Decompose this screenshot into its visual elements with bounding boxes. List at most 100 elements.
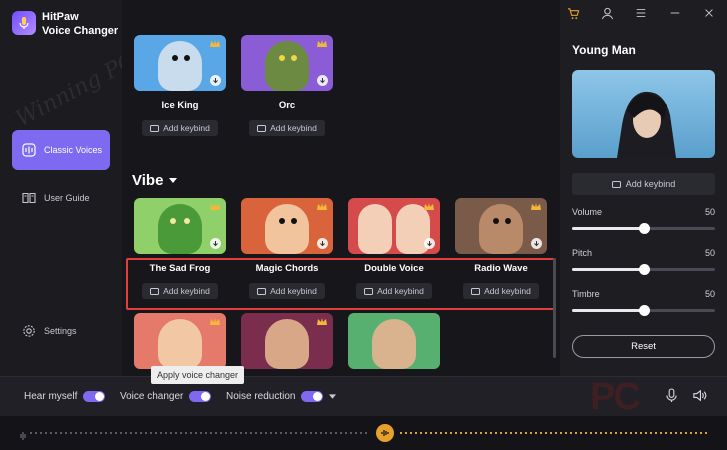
highlight-box: [126, 258, 556, 310]
voice-card[interactable]: [241, 313, 333, 369]
keyboard-icon: [611, 180, 621, 188]
section-title-text: Vibe: [132, 172, 164, 189]
app-name-line1: HitPaw: [42, 11, 79, 23]
timbre-value: 50: [704, 289, 715, 299]
crown-icon: [210, 318, 220, 325]
keybind-label: Add keybind: [625, 179, 676, 189]
user-icon[interactable]: [599, 5, 615, 21]
voice-name: Orc: [278, 100, 296, 111]
timbre-slider[interactable]: [572, 305, 715, 316]
sidebar: HitPaw Voice Changer Winning PC Classic …: [0, 0, 140, 376]
voice-detail-panel: Young Man Add keybind Volume 50 Pitch 50…: [560, 0, 727, 376]
timbre-label: Timbre: [572, 289, 600, 299]
add-keybind-button[interactable]: Add keybind: [142, 120, 218, 136]
noise-reduction-label: Noise reduction: [226, 391, 296, 402]
voice-name: Ice King: [161, 100, 199, 111]
pitch-value: 50: [704, 248, 715, 258]
hear-myself-toggle[interactable]: [83, 391, 106, 402]
voice-wave-icon: [22, 143, 36, 157]
gear-icon: [23, 325, 35, 337]
voice-card-orc[interactable]: Orc Add keybind: [241, 35, 333, 136]
voice-thumbnail: [241, 313, 333, 369]
minimize-icon[interactable]: [667, 5, 683, 21]
crown-icon: [531, 203, 541, 210]
microphone-logo-icon: [19, 17, 29, 29]
voice-portrait: [572, 70, 715, 158]
speaker-icon[interactable]: [692, 388, 707, 408]
voice-changer-label: Voice changer: [120, 391, 184, 402]
voice-changer-toggle[interactable]: [189, 391, 212, 402]
noise-reduction-control: Noise reduction: [226, 391, 337, 402]
cart-icon[interactable]: [565, 5, 581, 21]
vibe-section-title[interactable]: Vibe: [132, 172, 178, 189]
noise-reduction-toggle[interactable]: [301, 391, 324, 402]
audio-device-icons: [665, 388, 707, 408]
hear-myself-control: Hear myself: [24, 391, 106, 402]
sidebar-item-label: Classic Voices: [44, 145, 103, 155]
sidebar-item-settings[interactable]: Settings: [12, 311, 110, 351]
audio-waveform: [0, 416, 727, 450]
app-window: HitPaw Voice Changer Winning PC Classic …: [0, 0, 727, 450]
caret-down-icon[interactable]: [329, 394, 337, 399]
reset-button[interactable]: Reset: [572, 335, 715, 358]
voice-card[interactable]: [348, 313, 440, 369]
crown-icon: [424, 203, 434, 210]
voice-thumbnail: [241, 198, 333, 254]
hear-myself-label: Hear myself: [24, 391, 78, 402]
waveform-input: [30, 432, 370, 434]
add-keybind-button[interactable]: Add keybind: [249, 120, 325, 136]
waveform-output: [400, 432, 710, 434]
voice-thumbnail: [455, 198, 547, 254]
slider-knob[interactable]: [638, 223, 650, 234]
app-name-line2: Voice Changer: [42, 25, 119, 37]
app-name: HitPaw Voice Changer: [42, 10, 122, 38]
sidebar-item-classic-voices[interactable]: Classic Voices: [12, 130, 110, 170]
keyboard-icon: [150, 124, 160, 132]
microphone-icon[interactable]: [665, 388, 678, 408]
waveform-center-icon: [376, 424, 394, 442]
download-icon[interactable]: [424, 238, 435, 249]
volume-value: 50: [704, 207, 715, 217]
add-keybind-button[interactable]: Add keybind: [572, 173, 715, 195]
sidebar-item-user-guide[interactable]: User Guide: [12, 178, 110, 218]
voice-thumbnail: [348, 198, 440, 254]
crown-icon: [317, 203, 327, 210]
download-icon[interactable]: [317, 238, 328, 249]
brand-watermark: PC: [590, 376, 641, 418]
voice-thumbnail: [134, 35, 226, 91]
download-icon[interactable]: [531, 238, 542, 249]
download-icon[interactable]: [210, 75, 221, 86]
keybind-label: Add keybind: [270, 123, 317, 133]
pitch-slider[interactable]: [572, 264, 715, 275]
caret-down-icon: [169, 178, 178, 183]
sidebar-item-label: Settings: [44, 326, 77, 336]
sidebar-item-label: User Guide: [44, 193, 90, 203]
close-icon[interactable]: [701, 5, 717, 21]
scrollbar[interactable]: [553, 258, 556, 358]
selected-voice-title: Young Man: [572, 43, 636, 57]
voice-thumbnail: [134, 198, 226, 254]
crown-icon: [317, 40, 327, 47]
menu-icon[interactable]: [633, 5, 649, 21]
book-icon: [22, 192, 36, 204]
title-bar-icons: [565, 5, 717, 21]
voice-thumbnail: [348, 313, 440, 369]
download-icon[interactable]: [317, 75, 328, 86]
voice-grid: Ice King Add keybind Orc Add keybind Vib…: [122, 0, 560, 376]
slider-knob[interactable]: [638, 305, 650, 316]
pitch-label: Pitch: [572, 248, 593, 258]
voice-card[interactable]: [134, 313, 226, 369]
voice-thumbnail: [134, 313, 226, 369]
crown-icon: [210, 40, 220, 47]
crown-icon: [210, 203, 220, 210]
waveform-icon: [18, 428, 28, 446]
keyboard-icon: [257, 124, 267, 132]
voice-card-ice-king[interactable]: Ice King Add keybind: [134, 35, 226, 136]
voice-changer-control: Voice changer: [120, 391, 212, 402]
voice-thumbnail: [241, 35, 333, 91]
volume-slider[interactable]: [572, 223, 715, 234]
watermark-text: Winning PC: [12, 48, 140, 133]
crown-icon: [317, 318, 327, 325]
download-icon[interactable]: [210, 238, 221, 249]
slider-knob[interactable]: [638, 264, 650, 275]
